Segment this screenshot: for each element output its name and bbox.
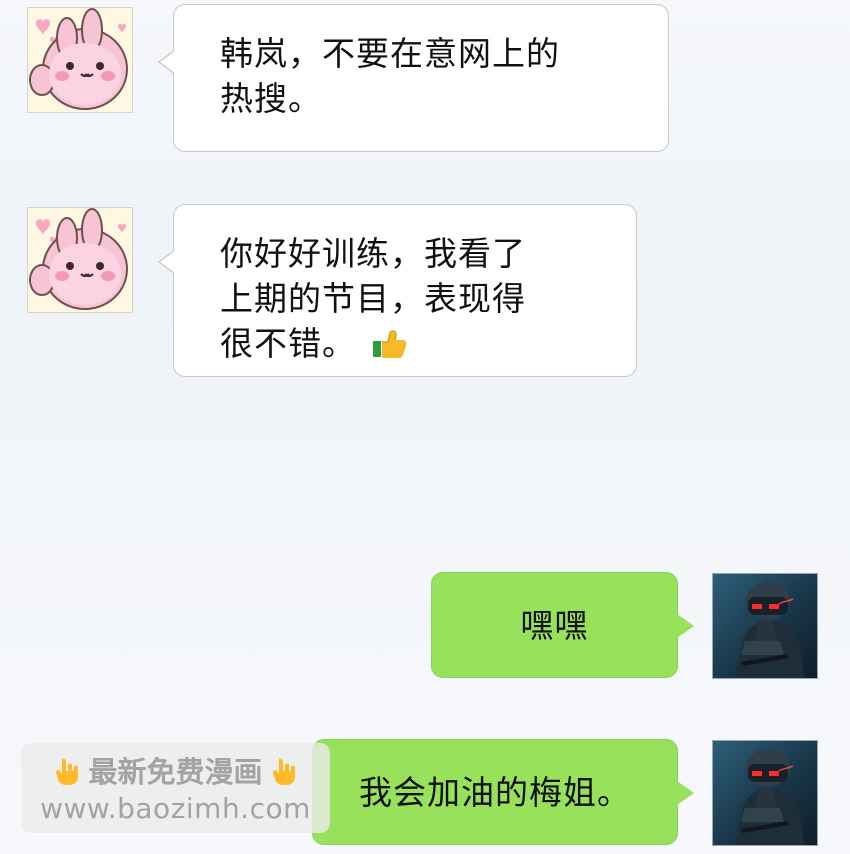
soldier-avatar-icon[interactable] [712, 573, 818, 679]
bubble-tail-fill [160, 251, 175, 273]
message-line: 上期的节目，表现得 [220, 279, 526, 318]
message-bubble-4[interactable]: 我会加油的梅姐。 [312, 739, 694, 845]
message-text-4: 我会加油的梅姐。 [359, 772, 631, 812]
thumbs-up-icon [372, 330, 406, 358]
bubble-tail [677, 614, 694, 638]
message-line: 很不错。 [220, 321, 592, 366]
soldier-avatar-icon [713, 574, 817, 678]
watermark-url: www.baozimh.com [40, 792, 311, 825]
watermark-title-row: 最新免费漫画 [31, 753, 320, 791]
message-line: 你好好训练，我看了 [220, 234, 526, 273]
soldier-avatar-icon[interactable] [712, 740, 818, 846]
message-bubble-2[interactable]: 你好好训练，我看了 上期的节目，表现得 很不错。 [158, 204, 637, 377]
message-line-text: 很不错。 [220, 324, 356, 363]
bunny-avatar-icon [28, 208, 132, 312]
message-bubble-3[interactable]: 嘿嘿 [431, 572, 694, 678]
message-text-1: 韩岚，不要在意网上的 热搜。 [220, 31, 624, 121]
soldier-avatar-icon [713, 741, 817, 845]
watermark-title: 最新免费漫画 [88, 755, 263, 789]
pointing-hand-icon [272, 758, 295, 785]
message-text-2: 你好好训练，我看了 上期的节目，表现得 很不错。 [220, 231, 592, 366]
message-bubble-1[interactable]: 韩岚，不要在意网上的 热搜。 [158, 4, 669, 152]
bunny-avatar-icon [28, 8, 132, 112]
message-text-3: 嘿嘿 [520, 605, 589, 645]
chat-canvas: 韩岚，不要在意网上的 热搜。 你好好训练，我看了 上期的节目，表现得 很不错。 … [0, 0, 850, 854]
bubble-tail-fill [160, 51, 175, 73]
message-line: 韩岚，不要在意网上的 [220, 34, 560, 73]
watermark-banner: 最新免费漫画 www.baozimh.com [21, 743, 330, 833]
bunny-avatar-icon[interactable] [27, 207, 133, 313]
message-line: 热搜。 [220, 79, 322, 118]
bubble-tail [677, 781, 694, 805]
bunny-avatar-icon[interactable] [27, 7, 133, 113]
pointing-hand-icon [56, 758, 79, 785]
